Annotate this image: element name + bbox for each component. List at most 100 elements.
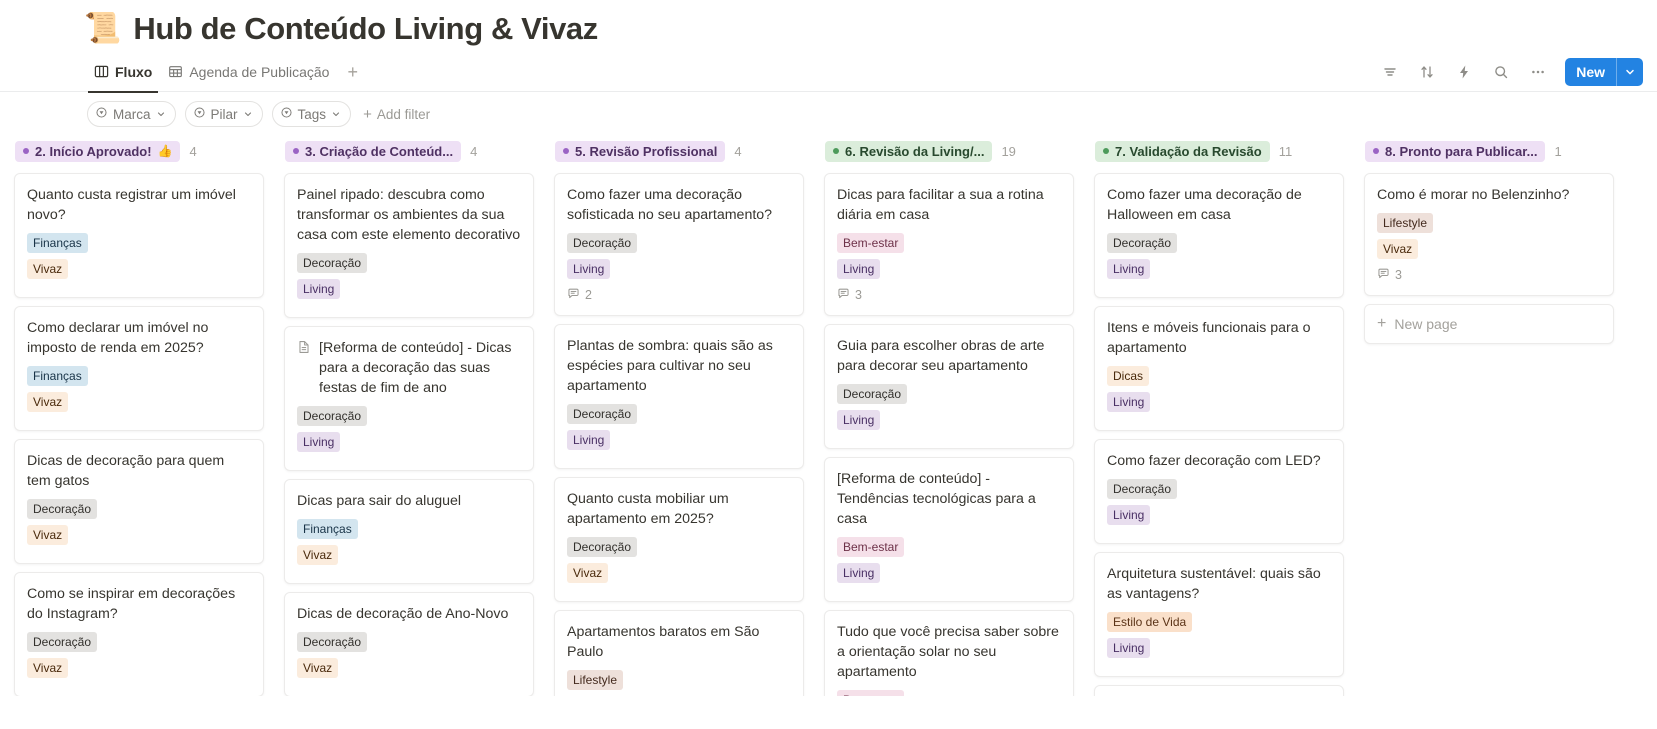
card-tag[interactable]: Dicas xyxy=(1107,366,1150,386)
kanban-card[interactable]: Como fazer decoração com LED? Decoração Li… xyxy=(1094,439,1344,544)
column-status-chip[interactable]: 2. Início Aprovado! 👍 xyxy=(15,140,181,162)
kanban-card[interactable]: Dicas para sair do aluguel Finanças Vivaz xyxy=(284,479,534,584)
kanban-card[interactable]: [Reforma de conteúdo] - Tendências tecno… xyxy=(824,457,1074,602)
card-tag[interactable]: Living xyxy=(567,259,611,279)
kanban-card[interactable]: Quanto custa registrar um imóvel novo? Fi… xyxy=(14,173,264,298)
card-tag[interactable]: Finanças xyxy=(297,519,358,539)
card-tag[interactable]: Decoração xyxy=(297,253,368,273)
card-tag[interactable]: Decoração xyxy=(567,404,638,424)
card-tag[interactable]: Living xyxy=(1107,259,1151,279)
filter-icon[interactable] xyxy=(1376,58,1404,86)
chevron-down-icon[interactable] xyxy=(1617,58,1643,86)
filter-pill-marca[interactable]: Marca xyxy=(87,101,176,127)
tab-agenda-de-publicacao[interactable]: Agenda de Publicação xyxy=(162,52,335,92)
card-tag[interactable]: Living xyxy=(297,432,341,452)
card-tag[interactable]: Decoração xyxy=(1107,479,1178,499)
kanban-card[interactable]: Dicas de decoração de Ano-Novo Decoração V… xyxy=(284,592,534,696)
card-tag[interactable]: Decoração xyxy=(27,632,98,652)
card-tag[interactable]: Living xyxy=(837,259,881,279)
column-header[interactable]: 7. Validação da Revisão 11 xyxy=(1094,136,1344,166)
filter-circle-icon xyxy=(280,106,293,122)
filter-pill-tags[interactable]: Tags xyxy=(271,101,352,127)
card-tag[interactable]: Living xyxy=(1107,638,1151,658)
column-status-chip[interactable]: 5. Revisão Profissional xyxy=(555,140,726,162)
kanban-card[interactable]: Quanto custa mobiliar um apartamento em … xyxy=(554,477,804,602)
card-comment-count[interactable]: 2 xyxy=(567,287,791,303)
kanban-card[interactable]: Guia para escolher obras de arte para de… xyxy=(824,324,1074,449)
card-tag[interactable]: Living xyxy=(1107,505,1151,525)
column-status-chip[interactable]: 8. Pronto para Publicar... xyxy=(1365,140,1546,162)
card-tag[interactable]: Bem-estar xyxy=(837,690,905,696)
card-tag[interactable]: Decoração xyxy=(27,499,98,519)
card-tag[interactable]: Finanças xyxy=(27,233,88,253)
card-tag[interactable]: Decoração xyxy=(837,384,908,404)
card-tag[interactable]: Vivaz xyxy=(297,658,339,678)
column-count: 11 xyxy=(1278,143,1293,159)
kanban-card[interactable]: Como fazer uma decoração de Halloween em… xyxy=(1094,173,1344,298)
card-tag[interactable]: Decoração xyxy=(1107,233,1178,253)
card-tag[interactable]: Vivaz xyxy=(297,545,339,565)
kanban-card[interactable]: Plantas de sombra: quais são as espécies… xyxy=(554,324,804,469)
kanban-card[interactable]: Cortina VS Persiana: qual é a melhor xyxy=(1094,685,1344,696)
card-title-text: Dicas para sair do aluguel xyxy=(297,493,462,509)
card-tag[interactable]: Estilo de Vida xyxy=(1107,612,1193,632)
kanban-card[interactable]: Dicas para facilitar a sua a rotina diár… xyxy=(824,173,1074,316)
column-header[interactable]: 6. Revisão da Living/... 19 xyxy=(824,136,1074,166)
more-icon[interactable] xyxy=(1524,58,1552,86)
column-header[interactable]: 2. Início Aprovado! 👍 4 xyxy=(14,136,264,166)
card-tag[interactable]: Living xyxy=(297,279,341,299)
card-title-text: Itens e móveis funcionais para o apartam… xyxy=(1107,320,1311,356)
kanban-card[interactable]: Como se inspirar em decorações do Instag… xyxy=(14,572,264,696)
card-tag[interactable]: Decoração xyxy=(567,233,638,253)
kanban-card[interactable]: Como fazer uma decoração sofisticada no … xyxy=(554,173,804,316)
card-tag[interactable]: Vivaz xyxy=(27,658,69,678)
card-tag[interactable]: Decoração xyxy=(297,406,368,426)
card-tag[interactable]: Vivaz xyxy=(27,259,69,279)
card-tag[interactable]: Lifestyle xyxy=(567,670,624,690)
column-header[interactable]: 8. Pronto para Publicar... 1 xyxy=(1364,136,1614,166)
kanban-card[interactable]: Tudo que você precisa saber sobre a orie… xyxy=(824,610,1074,696)
kanban-card[interactable]: Painel ripado: descubra como transformar… xyxy=(284,173,534,318)
card-tag[interactable]: Living xyxy=(837,410,881,430)
add-filter-button[interactable]: + Add filter xyxy=(360,107,430,122)
new-page-button[interactable]: + New page xyxy=(1364,304,1614,344)
search-icon[interactable] xyxy=(1487,58,1515,86)
kanban-card[interactable]: Como é morar no Belenzinho? Lifestyle Viva… xyxy=(1364,173,1614,296)
lightning-icon[interactable] xyxy=(1450,58,1478,86)
sort-icon[interactable] xyxy=(1413,58,1441,86)
kanban-card[interactable]: Dicas de decoração para quem tem gatos De… xyxy=(14,439,264,564)
kanban-card[interactable]: [Reforma de conteúdo] - Dicas para a dec… xyxy=(284,326,534,471)
kanban-card[interactable]: Apartamentos baratos em São Paulo Lifesty… xyxy=(554,610,804,696)
card-tag[interactable]: Vivaz xyxy=(1377,239,1419,259)
page-emoji[interactable]: 📜 xyxy=(84,14,121,44)
card-tag[interactable]: Vivaz xyxy=(567,563,609,583)
card-tag[interactable]: Living xyxy=(1107,392,1151,412)
card-tag[interactable]: Vivaz xyxy=(27,392,69,412)
kanban-card[interactable]: Itens e móveis funcionais para o apartam… xyxy=(1094,306,1344,431)
column-status-chip[interactable]: 6. Revisão da Living/... xyxy=(825,140,993,162)
column-status-chip[interactable]: 3. Criação de Conteúd... xyxy=(285,140,462,162)
card-tag[interactable]: Bem-estar xyxy=(837,537,905,557)
card-tag[interactable]: Finanças xyxy=(27,366,88,386)
card-tag[interactable]: Living xyxy=(837,563,881,583)
column-card-list: Quanto custa registrar um imóvel novo? Fi… xyxy=(14,173,264,696)
card-tag[interactable]: Vivaz xyxy=(27,525,69,545)
column-header[interactable]: 5. Revisão Profissional 4 xyxy=(554,136,804,166)
card-tag[interactable]: Decoração xyxy=(297,632,368,652)
kanban-card[interactable]: Arquitetura sustentável: quais são as va… xyxy=(1094,552,1344,677)
filter-pill-pilar[interactable]: Pilar xyxy=(184,101,263,127)
card-tag[interactable]: Decoração xyxy=(567,537,638,557)
tab-fluxo[interactable]: Fluxo xyxy=(88,52,159,93)
kanban-card[interactable]: Como declarar um imóvel no imposto de re… xyxy=(14,306,264,431)
card-tag[interactable]: Bem-estar xyxy=(837,233,905,253)
card-tag[interactable]: Lifestyle xyxy=(1377,213,1434,233)
new-page-label: New page xyxy=(1394,316,1458,332)
column-status-chip[interactable]: 7. Validação da Revisão xyxy=(1095,140,1270,162)
add-tab-button[interactable]: + xyxy=(339,52,366,92)
card-title-text: Guia para escolher obras de arte para de… xyxy=(837,338,1045,374)
new-button[interactable]: New xyxy=(1565,57,1643,86)
card-tag[interactable]: Living xyxy=(567,430,611,450)
card-comment-count[interactable]: 3 xyxy=(1377,267,1601,283)
column-header[interactable]: 3. Criação de Conteúd... 4 xyxy=(284,136,534,166)
card-comment-count[interactable]: 3 xyxy=(837,287,1061,303)
